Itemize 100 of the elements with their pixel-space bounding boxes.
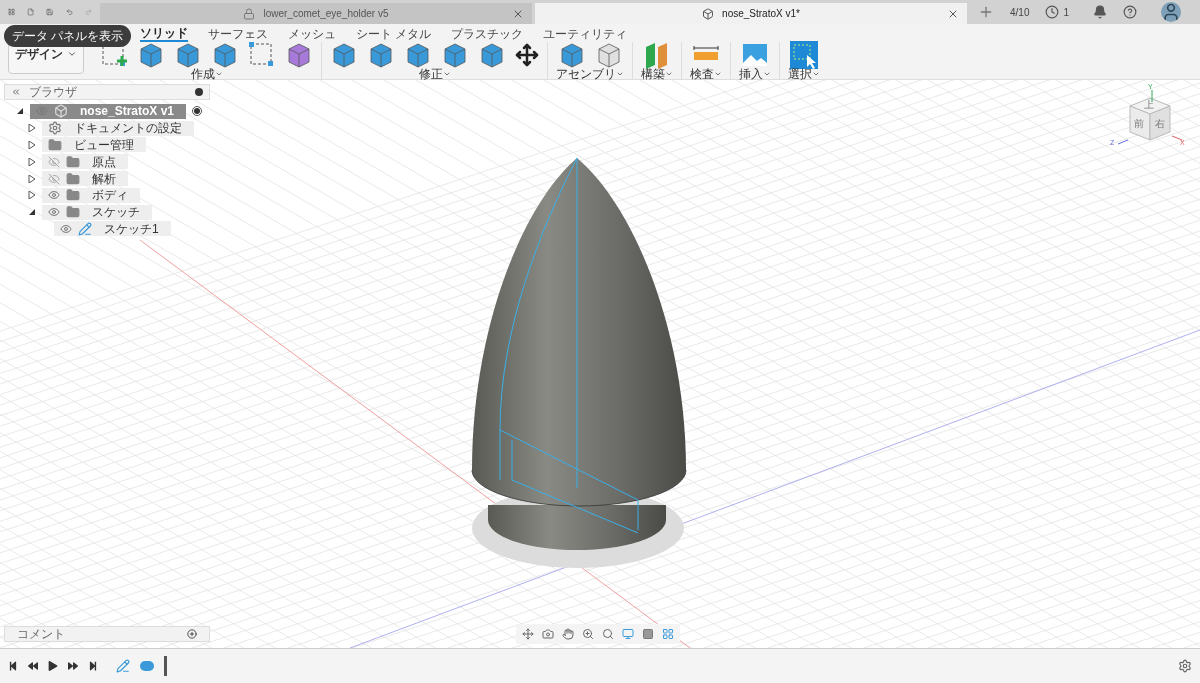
visual-style-icon[interactable] — [642, 628, 654, 640]
previous-icon[interactable] — [28, 661, 38, 671]
solid-tool-icon[interactable] — [367, 41, 395, 69]
eye-icon[interactable] — [60, 222, 72, 235]
tree-item[interactable]: ビュー管理 — [42, 137, 146, 153]
avatar-icon[interactable] — [1161, 2, 1182, 22]
panel-title: ブラウザ — [29, 85, 77, 99]
job-count: 1 — [1063, 5, 1070, 20]
panel-title: コメント — [17, 627, 65, 641]
solid-tool-icon[interactable] — [174, 41, 202, 69]
cube-face-label: 上 — [1144, 98, 1154, 112]
expand-arrow-icon[interactable] — [28, 191, 36, 200]
expand-arrow-icon[interactable] — [28, 124, 36, 133]
offline-count[interactable]: 4/10 — [1010, 4, 1030, 20]
eye-icon[interactable] — [48, 206, 60, 219]
document-tab[interactable]: nose_StratoX v1* — [535, 3, 967, 24]
minimize-icon[interactable] — [195, 88, 203, 96]
help-icon[interactable] — [1123, 5, 1138, 19]
ribbon-tab[interactable]: メッシュ — [288, 27, 336, 41]
next-icon[interactable] — [68, 661, 78, 671]
notification-icon[interactable] — [1093, 5, 1108, 19]
tree-label: ビュー管理 — [73, 138, 135, 152]
timeline-marker[interactable] — [164, 656, 167, 676]
solid-tool-icon[interactable] — [330, 41, 358, 69]
clock-icon[interactable] — [1045, 5, 1060, 19]
first-icon[interactable] — [8, 661, 18, 671]
tool-group-menu[interactable]: 構築 — [641, 68, 673, 80]
tool-group-menu[interactable]: 選択 — [788, 68, 820, 80]
component-icon — [54, 104, 68, 119]
select-cursor-icon[interactable] — [790, 41, 818, 69]
expand-arrow-icon[interactable] — [28, 174, 36, 183]
tree-item[interactable]: 原点 — [42, 154, 128, 170]
revolve-feature-icon[interactable] — [140, 661, 154, 671]
folder-icon — [66, 188, 80, 203]
move-arrows-icon[interactable] — [515, 43, 539, 67]
folder-icon — [66, 171, 80, 186]
caret-icon — [214, 70, 223, 78]
tool-group-menu[interactable]: 作成 — [190, 68, 223, 80]
caret-icon — [812, 70, 820, 78]
display-icon[interactable] — [622, 628, 634, 640]
cube-face-label: 前 — [1134, 117, 1144, 131]
solid-tool-icon[interactable] — [404, 41, 432, 69]
collapse-arrow-icon[interactable] — [16, 107, 24, 116]
solid-tool-icon[interactable] — [285, 41, 313, 69]
tool-group-menu[interactable]: 修正 — [418, 68, 451, 80]
play-icon[interactable] — [48, 661, 58, 671]
gear-icon — [48, 121, 62, 136]
expand-arrow-icon[interactable] — [28, 157, 36, 166]
caret-icon — [67, 49, 77, 59]
tool-group-menu[interactable]: 検査 — [690, 68, 722, 80]
tree-label: ボディ — [91, 188, 129, 203]
folder-icon — [48, 138, 62, 152]
solid-tool-icon[interactable] — [441, 41, 469, 69]
browser-header[interactable]: ブラウザ — [4, 84, 210, 100]
component-icon — [702, 7, 715, 20]
tooltip: データ パネルを表示 — [4, 25, 132, 47]
cube-face-label: 右 — [1155, 117, 1165, 131]
expand-arrow-icon[interactable] — [28, 141, 36, 149]
last-icon[interactable] — [88, 661, 98, 671]
comments-panel[interactable]: コメント — [4, 626, 210, 642]
collapse-arrow-icon[interactable] — [28, 208, 36, 217]
collapse-panel-icon[interactable] — [11, 87, 21, 97]
document-tab[interactable]: lower_comet_eye_holder v5 — [100, 3, 532, 24]
caret-icon — [665, 70, 673, 78]
eye-icon[interactable] — [48, 189, 60, 202]
sketch-icon — [78, 221, 92, 236]
image-icon[interactable] — [741, 41, 769, 69]
grid-icon[interactable] — [662, 628, 674, 640]
ribbon-tab[interactable]: シート メタル — [356, 27, 432, 41]
ribbon-tab[interactable]: ユーティリティ — [543, 27, 628, 41]
tree-label: スケッチ1 — [103, 221, 160, 236]
caret-icon — [763, 70, 771, 78]
tree-label: スケッチ — [91, 205, 141, 220]
folder-icon — [66, 205, 80, 220]
tree-label: 解析 — [91, 171, 117, 186]
ribbon-tab[interactable]: ソリッド — [140, 26, 188, 42]
solid-tool-icon[interactable] — [478, 41, 506, 69]
ribbon-tab[interactable]: プラスチック — [451, 27, 524, 41]
pan-icon[interactable] — [562, 628, 574, 640]
tool-group-menu[interactable]: アセンブリ — [556, 68, 624, 80]
tree-label: nose_StratoX v1 — [79, 104, 176, 119]
caret-icon — [714, 70, 722, 78]
zoom-icon[interactable] — [582, 628, 594, 640]
ribbon-tab[interactable]: サーフェス — [208, 27, 268, 41]
caret-icon — [616, 70, 624, 78]
tree-label: ドキュメントの設定 — [73, 121, 183, 136]
sketch-feature-icon[interactable] — [116, 659, 130, 673]
tree-item[interactable]: 解析 — [42, 171, 128, 187]
tree-item[interactable]: スケッチ1 — [54, 221, 171, 237]
tree-label: 原点 — [91, 154, 117, 169]
tool-group-menu[interactable]: 挿入 — [739, 68, 771, 80]
camera-icon[interactable] — [542, 628, 554, 640]
solid-tool-icon[interactable] — [137, 41, 165, 69]
lock-icon — [243, 7, 256, 20]
solid-tool-icon[interactable] — [211, 41, 239, 69]
settings-icon[interactable] — [1178, 659, 1192, 673]
tab-label: lower_comet_eye_holder v5 — [263, 7, 389, 21]
folder-icon — [66, 154, 80, 169]
fit-icon[interactable] — [602, 628, 614, 640]
orbit-icon[interactable] — [522, 628, 534, 640]
